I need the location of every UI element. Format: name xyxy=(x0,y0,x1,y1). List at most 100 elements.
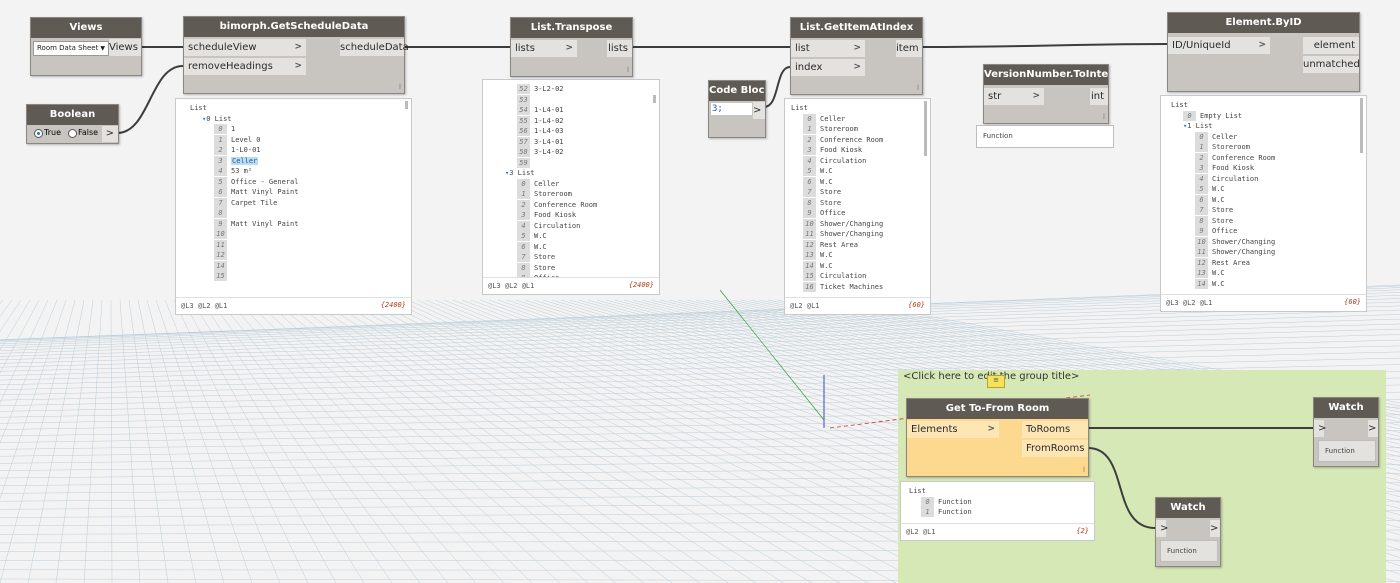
list-value: List xyxy=(1171,101,1188,109)
to-from-preview[interactable]: List 0 Function 1 Function @L2 @L1 {2} xyxy=(900,481,1095,541)
get-schedule-data-node[interactable]: bimorph.GetScheduleData scheduleView > re… xyxy=(183,16,409,94)
input-port[interactable]: > xyxy=(1314,420,1326,437)
views-node[interactable]: Views Room Data Sheet ▼ Views xyxy=(30,17,142,76)
transpose-preview[interactable]: 52 3-L2-02 53 54 1-L4-01 55 1-L4-02 56 1-L4-03 57… xyxy=(482,79,660,295)
scrollbar[interactable] xyxy=(653,95,656,103)
list-index: 2 xyxy=(214,145,227,155)
list-index: 5 xyxy=(803,166,816,176)
false-radio[interactable] xyxy=(68,129,77,138)
wire-boolean-schedule[interactable] xyxy=(116,65,184,134)
input-port-str[interactable]: str > xyxy=(984,88,1044,105)
input-port-elements[interactable]: Elements > xyxy=(907,421,999,438)
input-port-index[interactable]: index > xyxy=(791,59,865,76)
list-item: 1 Storeroom xyxy=(803,124,858,134)
list-index: 58 xyxy=(517,147,530,157)
view-dropdown[interactable]: Room Data Sheet ▼ xyxy=(33,41,109,56)
list-get-item-at-index-node[interactable]: List.GetItemAtIndex list > index > item l xyxy=(790,17,923,95)
node-title[interactable]: Element.ByID xyxy=(1168,13,1359,33)
list-index: 9 xyxy=(803,208,816,218)
node-title[interactable]: Get To-From Room xyxy=(907,399,1088,419)
input-port-remove-headings[interactable]: removeHeadings > xyxy=(184,58,306,75)
input-port-schedule-view[interactable]: scheduleView > xyxy=(184,39,306,56)
scrollbar[interactable] xyxy=(924,101,927,156)
list-value: Celler xyxy=(1212,132,1238,141)
list-value: Celler xyxy=(534,179,560,188)
output-port-item[interactable]: item xyxy=(896,40,922,57)
list-value: Storeroom xyxy=(534,190,572,198)
list-item: 9 Office xyxy=(1195,226,1237,236)
version-preview[interactable]: Function xyxy=(976,125,1114,148)
list-index: 0 xyxy=(214,124,227,134)
get-item-preview[interactable]: List 0 Celler 1 Storeroom 2 Conference Room 3 Fo… xyxy=(784,98,931,315)
output-port-views[interactable]: Views xyxy=(109,39,141,56)
code-block-node[interactable]: Code Block 3; > xyxy=(708,80,766,138)
output-port-schedule-data[interactable]: scheduleData xyxy=(340,39,409,56)
wire-getitem-element[interactable] xyxy=(921,43,1168,48)
list-item: 6 W.C xyxy=(803,176,833,187)
list-item: 9 Matt Vinyl Paint xyxy=(214,218,298,229)
watch-node-to-rooms[interactable]: Watch > > Function xyxy=(1313,397,1379,467)
output-port-element[interactable]: element xyxy=(1303,37,1359,54)
list-value: Empty List xyxy=(1200,111,1243,120)
lacing-indicator: l xyxy=(627,66,629,74)
list-index: 0 xyxy=(803,113,816,124)
node-title[interactable]: VersionNumber.ToInteger xyxy=(984,65,1108,85)
chevron-right-icon: > xyxy=(853,43,861,53)
output-port-from-rooms[interactable]: FromRooms xyxy=(1022,440,1088,457)
output-port[interactable]: > xyxy=(1368,420,1378,437)
list-item: 58 3-L4-02 xyxy=(517,147,564,157)
list-value: List xyxy=(791,104,808,112)
list-item: 13 W.C xyxy=(803,250,833,260)
list-value: Store xyxy=(1212,216,1234,225)
list-value: Function xyxy=(938,508,972,516)
element-preview[interactable]: List 0 Empty List ▾1 List 0 Celler 1 Storeroom 2… xyxy=(1160,95,1367,312)
list-value: W.C xyxy=(820,261,833,270)
input-port-lists[interactable]: lists > xyxy=(511,40,577,57)
output-port-int[interactable]: int xyxy=(1090,88,1108,105)
node-title[interactable]: Watch xyxy=(1314,398,1378,418)
list-item: 1 Function xyxy=(921,507,972,517)
chevron-right-icon: > xyxy=(853,62,861,72)
lacing-indicator: l xyxy=(1103,113,1105,121)
output-port-to-rooms[interactable]: ToRooms xyxy=(1022,421,1088,438)
node-title[interactable]: Views xyxy=(31,18,141,38)
scrollbar[interactable] xyxy=(1360,98,1363,153)
schedule-data-preview[interactable]: List ▾0 List 0 1 1 Level 0 2 1-L0-01 3 Celler 4 53 … xyxy=(175,98,412,315)
list-index: 8 xyxy=(214,208,227,218)
output-port-lists[interactable]: lists xyxy=(607,40,632,57)
input-port-list[interactable]: list > xyxy=(791,40,865,57)
element-by-id-node[interactable]: Element.ByID ID/UniqueId > element unmatc… xyxy=(1167,12,1360,92)
list-index: 14 xyxy=(1195,278,1208,289)
version-number-to-integer-node[interactable]: VersionNumber.ToInteger str> int l xyxy=(983,64,1109,124)
node-title[interactable]: Code Block xyxy=(709,81,765,101)
input-port[interactable]: > xyxy=(1156,520,1168,537)
watch-node-from-rooms[interactable]: Watch > > Function xyxy=(1155,497,1221,567)
list-item: 7 Store xyxy=(1195,205,1233,215)
output-port[interactable]: > xyxy=(1210,520,1220,537)
input-port-id[interactable]: ID/UniqueId > xyxy=(1168,37,1270,54)
code-editor[interactable]: 3; xyxy=(711,103,752,115)
output-port[interactable]: > xyxy=(102,126,118,142)
list-item: 7 Store xyxy=(803,187,841,197)
item-count: {60} xyxy=(908,301,925,309)
get-to-from-room-node[interactable]: Get To-From Room Elements > ToRooms FromR… xyxy=(906,398,1089,477)
node-title[interactable]: Boolean xyxy=(27,105,118,125)
node-title[interactable]: List.Transpose xyxy=(511,18,632,38)
list-transpose-node[interactable]: List.Transpose lists > lists l xyxy=(510,17,633,77)
list-value: 0 List xyxy=(206,114,232,123)
output-port-unmatched[interactable]: unmatched xyxy=(1303,56,1360,73)
true-radio[interactable] xyxy=(34,129,43,138)
output-port[interactable]: > xyxy=(753,102,765,119)
list-value: Office - General xyxy=(231,177,299,186)
node-title[interactable]: List.GetItemAtIndex xyxy=(791,18,922,38)
group-handle-icon[interactable]: ≡ xyxy=(987,375,1005,388)
scrollbar[interactable] xyxy=(405,101,408,109)
list-index: 16 xyxy=(803,281,816,292)
list-item: 3 Food Kiosk xyxy=(803,145,862,155)
list-value: Rest Area xyxy=(1212,258,1250,267)
list-item: 4 53 m² xyxy=(214,166,252,176)
boolean-node[interactable]: Boolean True False > xyxy=(26,104,119,144)
node-title[interactable]: bimorph.GetScheduleData xyxy=(184,17,404,37)
list-item: 10 Shower/Changing xyxy=(1195,236,1275,247)
node-title[interactable]: Watch xyxy=(1156,498,1220,518)
